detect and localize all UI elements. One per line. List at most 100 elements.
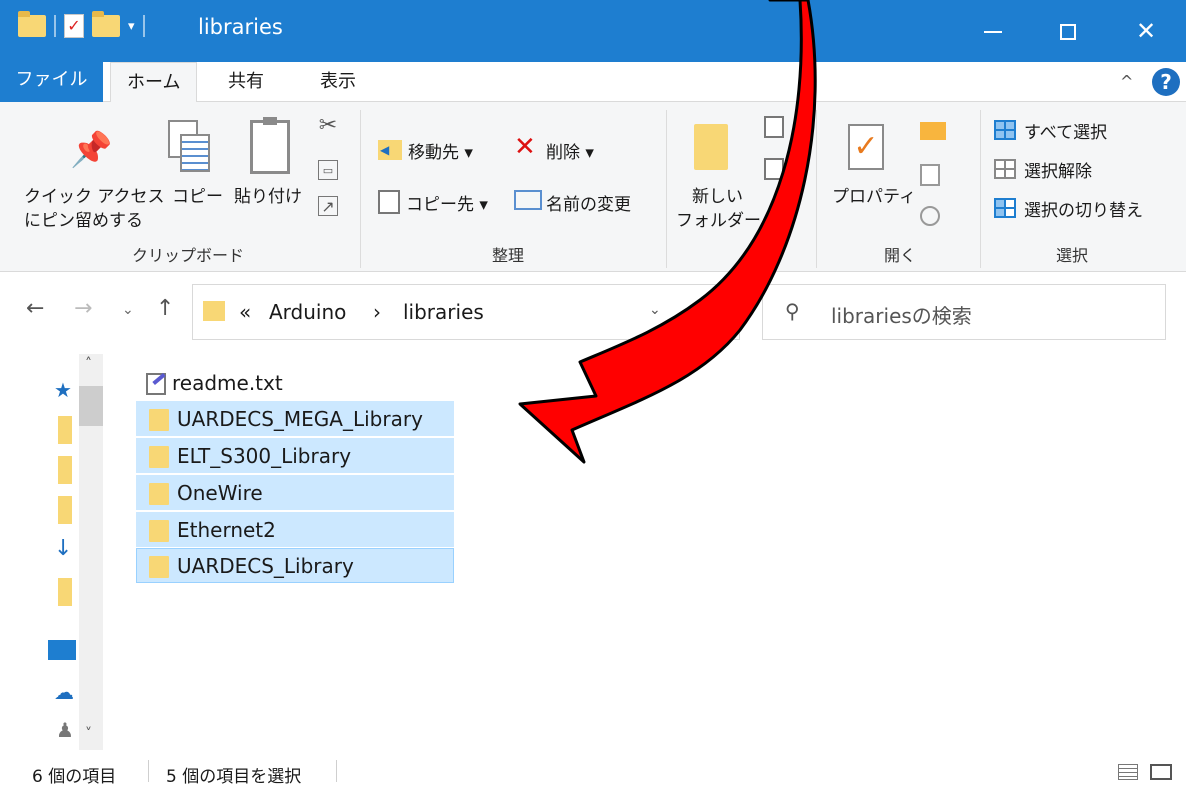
up-arrow-icon[interactable]: ↑ — [156, 296, 174, 321]
copy-button[interactable]: コピー — [172, 182, 223, 207]
search-input[interactable]: librariesの検索 — [831, 300, 972, 329]
list-item[interactable]: Ethernet2 — [136, 512, 454, 547]
move-to-icon — [378, 140, 402, 160]
list-item[interactable]: UARDECS_Library — [136, 548, 454, 583]
tab-view[interactable]: 表示 — [304, 62, 372, 102]
tab-file[interactable]: ファイル — [0, 60, 103, 102]
group-separator — [980, 110, 981, 268]
nav-scrollbar[interactable]: ˄ ˅ — [79, 354, 103, 750]
scroll-down-icon[interactable]: ˅ — [85, 726, 92, 742]
scroll-up-icon[interactable]: ˄ — [85, 356, 92, 372]
desktop-icon[interactable] — [48, 640, 76, 660]
maximize-button[interactable] — [1040, 0, 1096, 62]
copy-path-icon[interactable]: ▭ — [318, 160, 338, 180]
move-to-button[interactable]: 移動先 ▾ — [408, 138, 473, 163]
list-item[interactable]: OneWire — [136, 475, 454, 510]
recent-locations-icon[interactable]: ⌄ — [122, 302, 134, 318]
navigation-bar: ← → ⌄ ↑ « Arduino › libraries ⌄ ⚲ librar… — [0, 272, 1186, 354]
open-icon[interactable] — [920, 122, 946, 140]
properties-button[interactable]: プロパティ — [832, 182, 916, 207]
pin-icon: 📌 — [70, 130, 113, 170]
invert-selection-icon — [994, 198, 1016, 218]
nav-folder-icon[interactable] — [58, 496, 72, 524]
delete-icon: ✕ — [514, 132, 536, 162]
copy-to-icon — [378, 190, 400, 214]
quick-access-star-icon[interactable]: ★ — [54, 378, 72, 402]
back-arrow-icon[interactable]: ← — [26, 296, 44, 321]
new-item-icon[interactable] — [764, 116, 784, 138]
group-separator — [666, 110, 667, 268]
folder-icon — [203, 301, 225, 321]
pin-to-quick-access-label[interactable]: にピン留めする — [24, 206, 143, 231]
nav-folder-icon[interactable] — [58, 578, 72, 606]
list-item[interactable]: ELT_S300_Library — [136, 438, 454, 473]
delete-button[interactable]: 削除 ▾ — [546, 138, 594, 163]
file-name: OneWire — [177, 481, 263, 505]
status-bar: 6 個の項目 5 個の項目を選択 — [0, 750, 1186, 791]
help-icon[interactable]: ? — [1152, 68, 1180, 96]
minimize-button[interactable] — [965, 0, 1021, 62]
select-none-button[interactable]: 選択解除 — [1024, 157, 1092, 182]
customize-toolbar-icon[interactable]: ▾ — [128, 19, 135, 34]
group-label-organize: 整理 — [492, 246, 525, 265]
new-folder-icon[interactable] — [92, 11, 120, 37]
properties-check-icon[interactable]: ✓ — [64, 14, 84, 38]
folder-icon — [149, 483, 169, 505]
select-all-button[interactable]: すべて選択 — [1024, 118, 1107, 143]
tab-share[interactable]: 共有 — [212, 62, 280, 102]
new-folder-button[interactable]: 新しい — [692, 182, 743, 207]
breadcrumb-libraries[interactable]: libraries — [403, 300, 484, 324]
onedrive-icon[interactable]: ☁ — [54, 680, 74, 704]
search-box[interactable]: ⚲ librariesの検索 — [762, 284, 1166, 340]
address-dropdown-icon[interactable]: ⌄ — [649, 302, 661, 318]
new-folder-label[interactable]: フォルダー — [676, 206, 761, 231]
breadcrumb-overflow[interactable]: « — [239, 300, 251, 324]
folder-icon — [18, 11, 46, 37]
forward-arrow-icon[interactable]: → — [74, 296, 92, 321]
tab-home[interactable]: ホーム — [110, 62, 198, 103]
file-name: UARDECS_MEGA_Library — [177, 407, 423, 431]
copy-to-button[interactable]: コピー先 ▾ — [406, 190, 488, 215]
maximize-icon — [1060, 24, 1076, 40]
address-bar[interactable]: « Arduino › libraries ⌄ — [192, 284, 740, 340]
text-file-icon — [146, 373, 166, 395]
status-separator — [148, 760, 149, 782]
large-icons-view-icon[interactable] — [1150, 764, 1172, 780]
nav-folder-icon[interactable] — [58, 456, 72, 484]
folder-icon — [149, 520, 169, 542]
close-button[interactable]: ✕ — [1118, 0, 1174, 62]
search-icon: ⚲ — [785, 299, 800, 323]
pin-to-quick-access-button[interactable]: クイック アクセス — [24, 182, 165, 207]
window-title: libraries — [198, 15, 283, 39]
select-none-icon — [994, 159, 1016, 179]
details-view-icon[interactable] — [1118, 764, 1138, 780]
file-name: readme.txt — [172, 371, 283, 395]
collapse-ribbon-icon[interactable]: ^ — [1120, 72, 1133, 91]
downloads-icon[interactable]: ↓ — [54, 536, 72, 561]
folder-icon — [149, 556, 169, 578]
scroll-thumb[interactable] — [79, 386, 103, 426]
copy-icon — [168, 120, 212, 174]
history-icon[interactable] — [920, 206, 940, 226]
paste-shortcut-icon[interactable]: ↗ — [318, 196, 338, 216]
breadcrumb-separator[interactable]: › — [373, 300, 381, 324]
paste-icon — [250, 117, 290, 174]
nav-folder-icon[interactable] — [58, 416, 72, 444]
user-icon[interactable]: ♟ — [56, 718, 74, 742]
select-all-icon — [994, 120, 1016, 140]
breadcrumb-arduino[interactable]: Arduino — [269, 300, 346, 324]
rename-button[interactable]: 名前の変更 — [546, 190, 631, 215]
list-item[interactable]: readme.txt — [136, 366, 454, 401]
close-icon: ✕ — [1135, 17, 1157, 45]
edit-icon[interactable] — [920, 164, 940, 186]
cut-icon[interactable]: ✂ — [318, 115, 338, 137]
navigation-pane: ★ ↓ ☁ ♟ ˄ ˅ — [0, 354, 104, 750]
toolbar-separator — [54, 15, 56, 37]
easy-access-icon[interactable] — [764, 158, 784, 180]
selected-count: 5 個の項目を選択 — [166, 767, 302, 787]
list-item[interactable]: UARDECS_MEGA_Library — [136, 401, 454, 436]
paste-button[interactable]: 貼り付け — [234, 182, 302, 207]
group-separator — [360, 110, 361, 268]
new-folder-icon — [694, 124, 728, 170]
invert-selection-button[interactable]: 選択の切り替え — [1024, 196, 1143, 221]
